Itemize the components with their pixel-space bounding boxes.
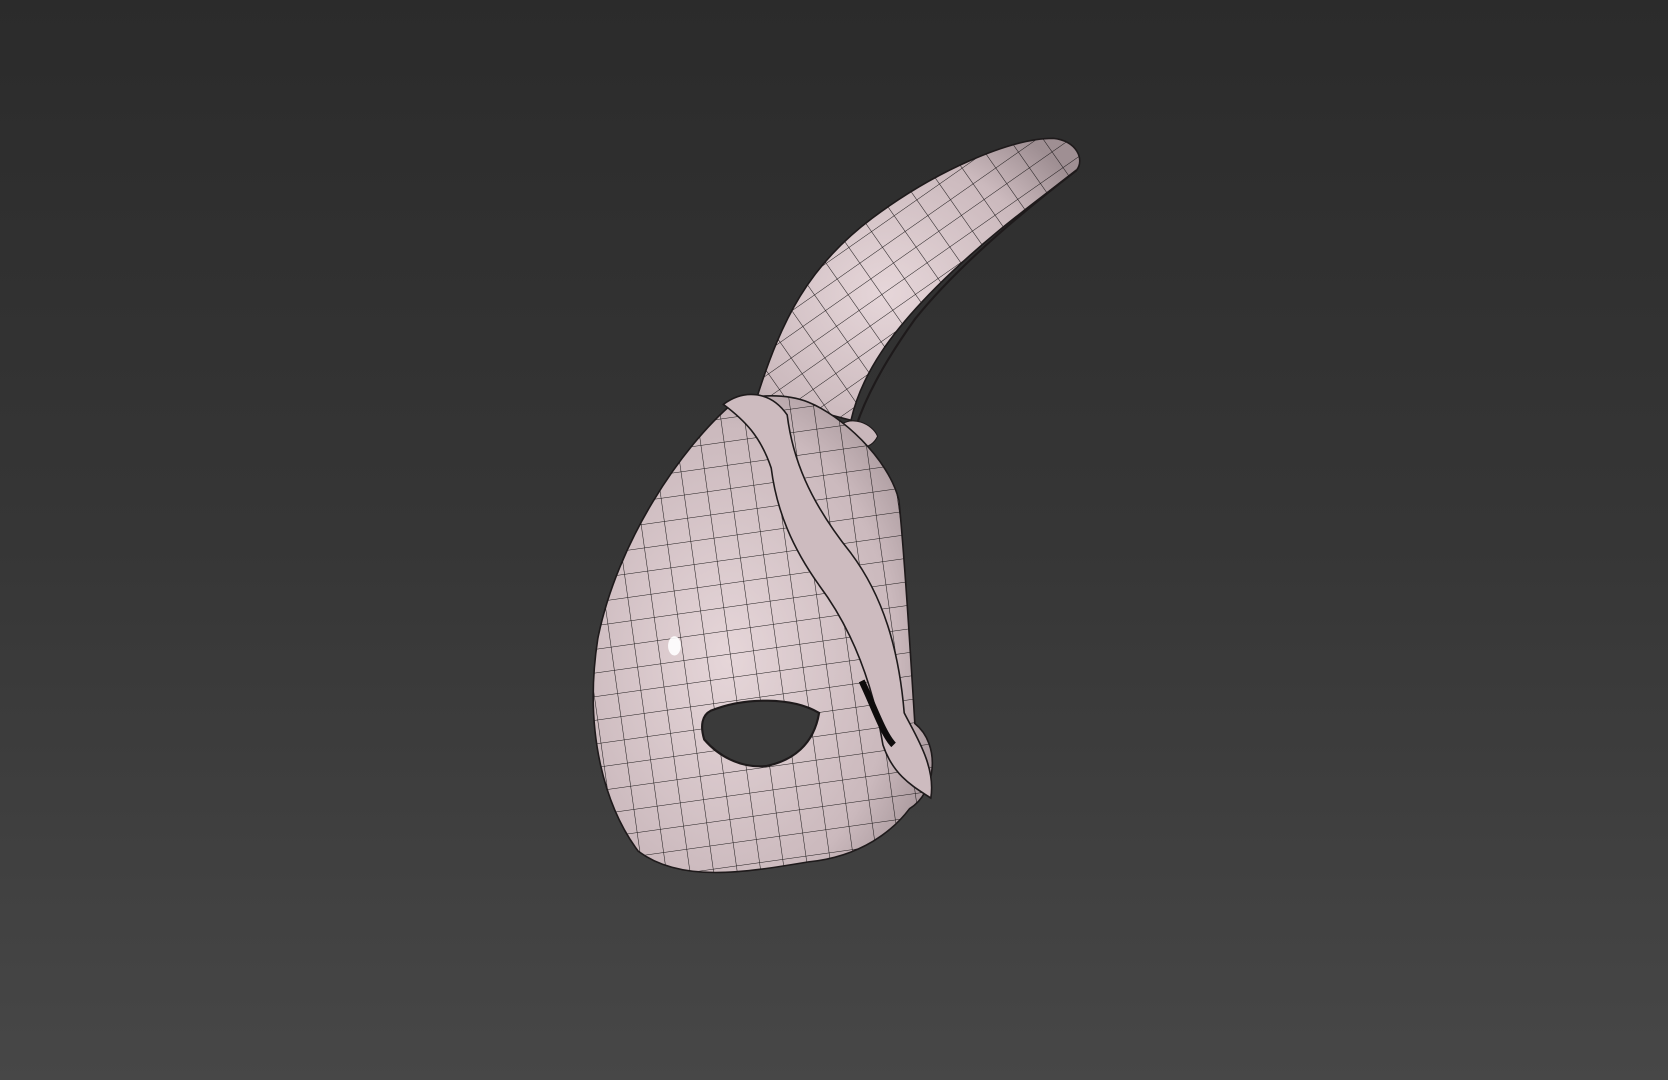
3d-viewport[interactable]	[0, 0, 1668, 1080]
head	[592, 393, 934, 874]
mask-model	[592, 137, 1081, 874]
